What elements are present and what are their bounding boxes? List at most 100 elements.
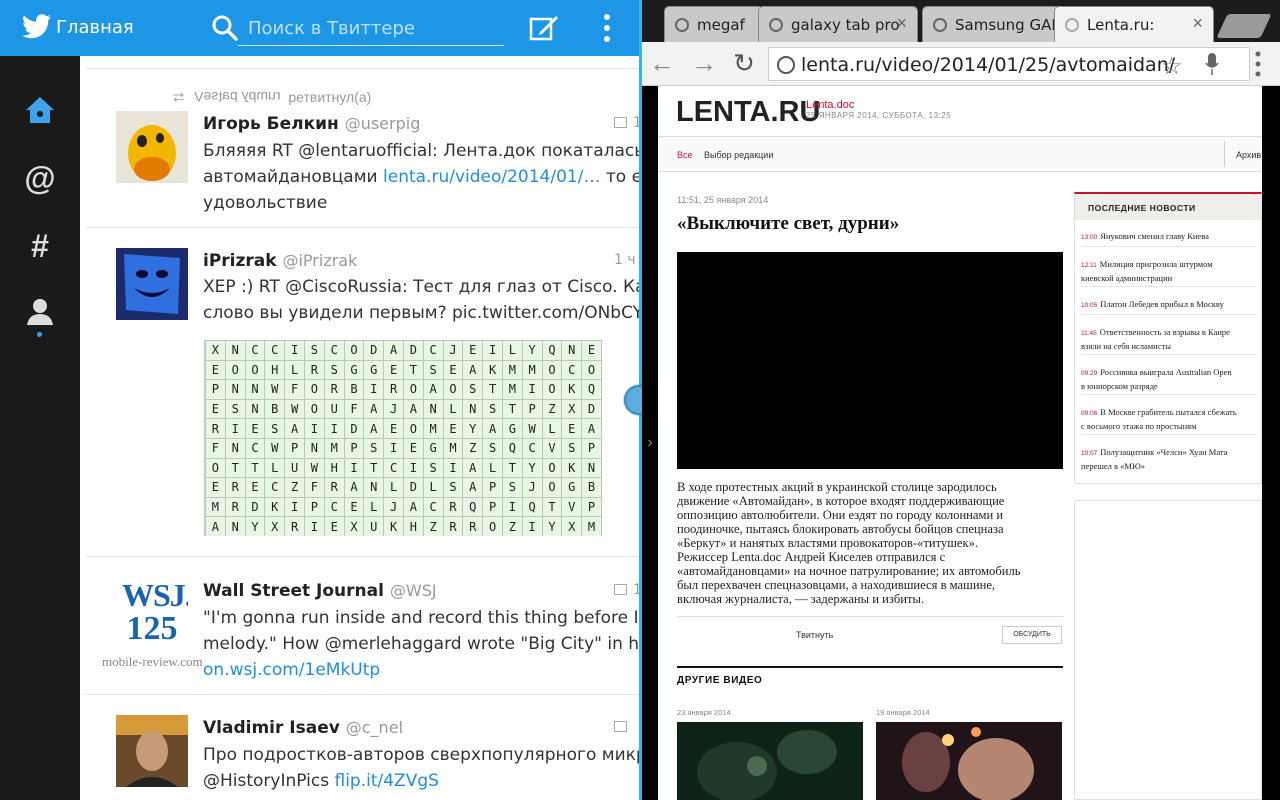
grid-letter: S [442,477,464,498]
chevron-right-icon[interactable]: › [642,425,658,461]
grid-letter: O [541,457,563,479]
address-bar[interactable]: lenta.ru/video/2014/01/25/avtomaidan/ ☆ [768,47,1250,81]
tweet-author[interactable]: Wall Street Journal @WSJ [203,581,437,601]
tab-strip: megaf galaxy tab pro × Samsung GAL Lenta… [642,0,1280,42]
wsj-logo: WSJ. 125 [122,577,188,647]
grid-letter: A [205,516,226,536]
tweet-link[interactable]: on.wsj.com/1eMkUtp [203,657,640,683]
microphone-icon[interactable] [1205,53,1219,75]
grid-letter: A [363,398,385,420]
tab[interactable]: megaf [664,6,764,42]
news-item[interactable]: 10:05 Платон Лебедев прибыл в Москву [1081,298,1257,312]
web-page[interactable]: LENTA.RU Lenta.doc 25 ЯНВАРЯ 2014, СУББО… [658,86,1262,800]
chrome-menu-icon[interactable] [1252,48,1264,80]
grid-letter: K [264,496,286,518]
avatar[interactable] [116,111,188,183]
divider [1081,434,1257,435]
news-headline: перешел в «МЮ» [1081,461,1145,471]
news-item[interactable]: 11:45 Ответственность за взрывы в Каире вз… [1081,326,1257,352]
avatar[interactable] [116,248,188,320]
grid-row: RIESAIIDAEOMEYAGWLEA [205,418,602,439]
search-input[interactable] [238,12,504,44]
tweet-time [614,719,633,735]
article-body: В ходе протестных акций в украинской сто… [677,480,1021,606]
twitter-bird-icon[interactable] [22,14,52,40]
grid-letter: I [402,457,424,479]
grid-letter: D [581,398,602,420]
reload-icon[interactable]: ↻ [730,50,758,78]
grid-letter: C [264,477,286,498]
video-thumbnail[interactable] [876,722,1062,800]
new-tab-button[interactable] [1216,14,1272,38]
discuss-button[interactable]: ОБСУДИТЬ [1002,626,1062,644]
sidebar-item-discover[interactable]: # [16,222,64,270]
twitter-action-bar: Главная [0,0,640,56]
grid-letter: A [383,340,404,361]
site-logo[interactable]: LENTA.RU [676,96,820,129]
grid-letter: R [224,496,246,518]
grid-letter: M [323,437,345,459]
sidebar-item-home[interactable] [16,86,64,134]
news-item[interactable]: 09:29 Россиянка выиграла Australian Open в… [1081,366,1257,392]
tweet-author[interactable]: iPrizrak @iPrizrak [203,251,357,271]
back-icon[interactable]: ← [648,50,676,78]
nav-archive[interactable]: Архив [1236,150,1261,160]
bookmark-star-icon[interactable]: ☆ [1161,52,1183,81]
section-name[interactable]: Lenta.doc [806,99,854,111]
grid-row: FNCWPNMPSIEGMZSQCVSP [205,437,602,459]
grid-letter: W [521,418,543,439]
timeline[interactable]: ⮂ Ʌɘsʇɐd ʎdɯnɹ ретвитнул(а) Игорь Белкин… [80,56,640,800]
tweet-link[interactable]: lenta.ru/video/2014/01/… [383,167,600,187]
tweet-author[interactable]: Vladimir Isaev @c_nel [203,718,403,738]
tweet-link[interactable]: flip.it/4ZVgS [334,771,438,791]
search-field[interactable] [238,12,504,46]
video-player[interactable] [677,252,1063,469]
forward-icon[interactable]: → [690,50,718,78]
retweet-suffix: ретвитнул(а) [288,89,372,105]
grid-letter: N [581,457,602,479]
news-item[interactable]: 09:06 В Москве грабитель пытался сбежать с… [1081,406,1257,432]
grid-letter: I [521,379,543,400]
grid-letter: P [482,496,503,518]
grid-letter: S [422,359,444,381]
compose-icon[interactable] [528,12,560,44]
grid-letter: N [224,379,246,400]
grid-letter: I [303,516,325,536]
close-tab-icon[interactable]: × [1192,13,1203,34]
url-text: lenta.ru/video/2014/01/25/avtomaidan/ [801,54,1176,76]
grid-letter: U [363,516,385,536]
tab-active[interactable]: Lenta.ru: × [1054,6,1214,42]
grid-letter: M [442,437,464,459]
grid-letter: M [501,359,523,381]
news-item[interactable]: 13:00 Янукович сменил главу Киева [1081,230,1257,244]
grid-letter: E [402,437,424,459]
author-handle: @WSJ [389,581,437,600]
tab[interactable]: galaxy tab pro × [758,6,918,42]
news-item[interactable]: 10:07 Полузащитник «Челси» Хуан Мата переш… [1081,446,1257,472]
grid-letter: V [561,496,583,518]
grid-letter: N [244,379,266,400]
news-headline: в юниорском разряде [1081,381,1158,391]
avatar-duck-image [116,111,188,183]
grid-letter: I [303,418,325,439]
letter-grid: XNCCISCODADCJEILYQNEEOOHLRSGGETSEAKMMOCO… [205,340,602,536]
search-icon[interactable] [210,13,240,43]
grid-letter: K [561,457,583,479]
sidebar-item-profile[interactable] [16,288,64,336]
tweet-button[interactable]: Твитнуть [796,630,833,640]
close-tab-icon[interactable]: × [896,13,907,34]
grid-row: EOOHLRSGGETSEAKMMOCO [205,359,602,381]
news-item[interactable]: 12:11 Милиция пригрозила штурмом киевской … [1081,258,1257,284]
video-thumbnail[interactable] [677,722,863,800]
nav-all[interactable]: Все [677,150,693,160]
avatar[interactable] [116,715,188,787]
nav-editors-choice[interactable]: Выбор редакции [704,150,773,160]
word-search-image[interactable]: XNCCISCODADCJEILYQNEEOOHLRSGGETSEAKMMOCO… [204,340,640,536]
avatar[interactable]: WSJ. 125 [116,576,188,648]
overflow-menu-icon[interactable] [598,12,616,44]
tweet-author[interactable]: Игорь Белкин @userpig [203,114,420,134]
tab[interactable]: Samsung GAL [922,6,1062,42]
grid-letter: U [284,457,305,479]
sidebar-item-mentions[interactable]: @ [16,154,64,202]
grid-letter: E [244,418,266,439]
